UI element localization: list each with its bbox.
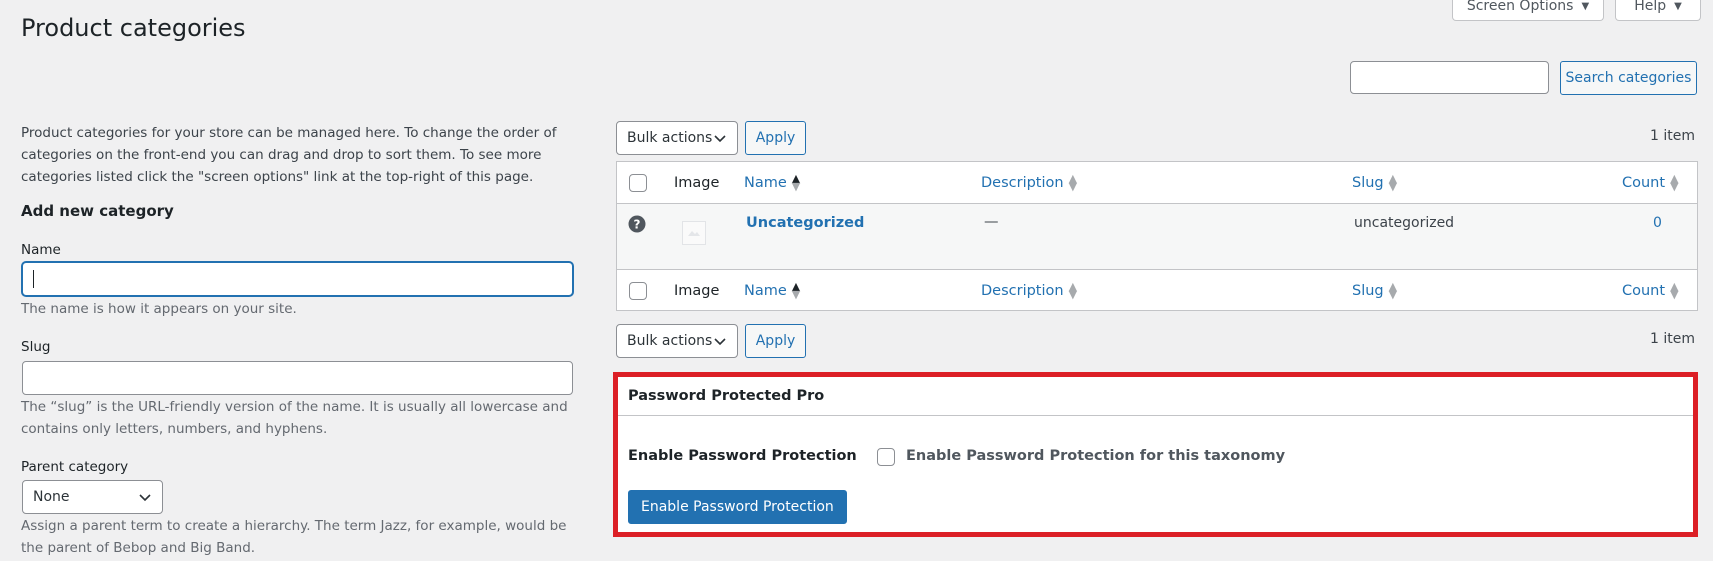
screen-options-button[interactable]: Screen Options ▼ bbox=[1452, 0, 1604, 21]
table-row: ? Uncategorized — uncategorized 0 bbox=[617, 204, 1697, 269]
sort-arrows-icon: ▲ ▼ bbox=[1068, 172, 1078, 193]
enable-password-protection-checkbox[interactable] bbox=[877, 448, 895, 466]
help-label: Help bbox=[1634, 0, 1667, 14]
parent-category-value: None bbox=[33, 489, 70, 505]
column-name-sort[interactable]: Name ▲ ▼ bbox=[744, 162, 800, 204]
category-count-link[interactable]: 0 bbox=[1653, 215, 1662, 231]
add-new-category-heading: Add new category bbox=[21, 202, 174, 220]
table-header-row: Image Name ▲ ▼ Description ▲ ▼ Slug ▲ ▼ Cou… bbox=[617, 162, 1697, 204]
enable-password-protection-label: Enable Password Protection bbox=[628, 448, 857, 464]
category-description: — bbox=[984, 214, 999, 230]
column-image: Image bbox=[674, 175, 720, 191]
sort-arrows-icon: ▲ ▼ bbox=[1068, 280, 1078, 301]
text-caret bbox=[33, 270, 34, 288]
bulk-actions-select-bottom[interactable]: Bulk actions bbox=[616, 324, 738, 358]
sort-arrows-icon: ▲ ▼ bbox=[1388, 172, 1398, 193]
sort-arrows-icon: ▲ ▼ bbox=[791, 172, 801, 193]
search-categories-button[interactable]: Search categories bbox=[1560, 61, 1697, 95]
column-slug-sort-footer[interactable]: Slug ▲ ▼ bbox=[1352, 270, 1397, 312]
column-count-label: Count bbox=[1622, 175, 1666, 191]
name-label: Name bbox=[21, 242, 61, 258]
category-name-link[interactable]: Uncategorized bbox=[746, 215, 864, 231]
help-circle-icon[interactable]: ? bbox=[628, 215, 646, 233]
parent-category-label: Parent category bbox=[21, 459, 129, 475]
column-count-label: Count bbox=[1622, 283, 1666, 299]
chevron-down-icon bbox=[714, 135, 726, 143]
category-slug: uncategorized bbox=[1354, 215, 1455, 231]
column-image-footer: Image bbox=[674, 283, 720, 299]
checkbox-label: Enable Password Protection for this taxo… bbox=[906, 448, 1286, 464]
sort-arrows-icon: ▲ ▼ bbox=[1670, 172, 1679, 193]
sort-arrows-icon: ▲ ▼ bbox=[1670, 280, 1679, 301]
panel-title: Password Protected Pro bbox=[628, 388, 825, 404]
column-count-sort[interactable]: Count ▲ ▼ bbox=[1622, 162, 1679, 204]
sort-arrows-icon: ▲ ▼ bbox=[791, 280, 801, 301]
search-input[interactable] bbox=[1350, 61, 1549, 94]
apply-button-top[interactable]: Apply bbox=[745, 121, 806, 155]
column-slug-label: Slug bbox=[1352, 283, 1384, 299]
caret-down-icon: ▼ bbox=[1674, 0, 1682, 12]
apply-button-bottom[interactable]: Apply bbox=[745, 324, 806, 358]
bulk-actions-label: Bulk actions bbox=[627, 130, 713, 146]
caret-down-icon: ▼ bbox=[1581, 0, 1590, 12]
item-count-bottom: 1 item bbox=[1650, 331, 1695, 347]
slug-help-text: The “slug” is the URL-friendly version o… bbox=[21, 399, 568, 437]
column-description-label: Description bbox=[981, 175, 1064, 191]
page-description: Product categories for your store can be… bbox=[21, 125, 557, 185]
parent-help-text: Assign a parent term to create a hierarc… bbox=[21, 518, 567, 556]
screen-options-label: Screen Options bbox=[1466, 0, 1574, 14]
column-slug-label: Slug bbox=[1352, 175, 1384, 191]
column-name-label: Name bbox=[744, 175, 787, 191]
page-title: Product categories bbox=[21, 14, 246, 42]
column-count-sort-footer[interactable]: Count ▲ ▼ bbox=[1622, 270, 1679, 312]
bulk-actions-label: Bulk actions bbox=[627, 333, 713, 349]
select-all-checkbox-footer[interactable] bbox=[629, 282, 647, 300]
column-description-label: Description bbox=[981, 283, 1064, 299]
slug-label: Slug bbox=[21, 339, 51, 355]
image-placeholder-icon bbox=[682, 221, 706, 245]
name-help-text: The name is how it appears on your site. bbox=[21, 301, 297, 317]
sort-arrows-icon: ▲ ▼ bbox=[1388, 280, 1398, 301]
chevron-down-icon bbox=[714, 338, 726, 346]
column-name-label: Name bbox=[744, 283, 787, 299]
categories-table: Image Name ▲ ▼ Description ▲ ▼ Slug ▲ ▼ Cou… bbox=[616, 161, 1698, 311]
name-input[interactable] bbox=[22, 262, 573, 296]
panel-divider bbox=[618, 415, 1693, 416]
column-name-sort-footer[interactable]: Name ▲ ▼ bbox=[744, 270, 800, 312]
svg-text:?: ? bbox=[634, 218, 641, 232]
bulk-actions-select-top[interactable]: Bulk actions bbox=[616, 121, 738, 155]
chevron-down-icon bbox=[139, 494, 151, 502]
enable-password-protection-button[interactable]: Enable Password Protection bbox=[628, 490, 847, 524]
parent-category-select[interactable]: None bbox=[22, 480, 163, 514]
item-count-top: 1 item bbox=[1650, 128, 1695, 144]
select-all-checkbox[interactable] bbox=[629, 174, 647, 192]
slug-input[interactable] bbox=[22, 361, 573, 395]
password-protected-pro-panel: Password Protected Pro Enable Password P… bbox=[613, 372, 1698, 537]
help-button[interactable]: Help ▼ bbox=[1615, 0, 1701, 21]
table-footer-row: Image Name ▲ ▼ Description ▲ ▼ Slug ▲ ▼ Cou… bbox=[617, 269, 1697, 311]
column-slug-sort[interactable]: Slug ▲ ▼ bbox=[1352, 162, 1397, 204]
column-description-sort[interactable]: Description ▲ ▼ bbox=[981, 162, 1077, 204]
column-description-sort-footer[interactable]: Description ▲ ▼ bbox=[981, 270, 1077, 312]
